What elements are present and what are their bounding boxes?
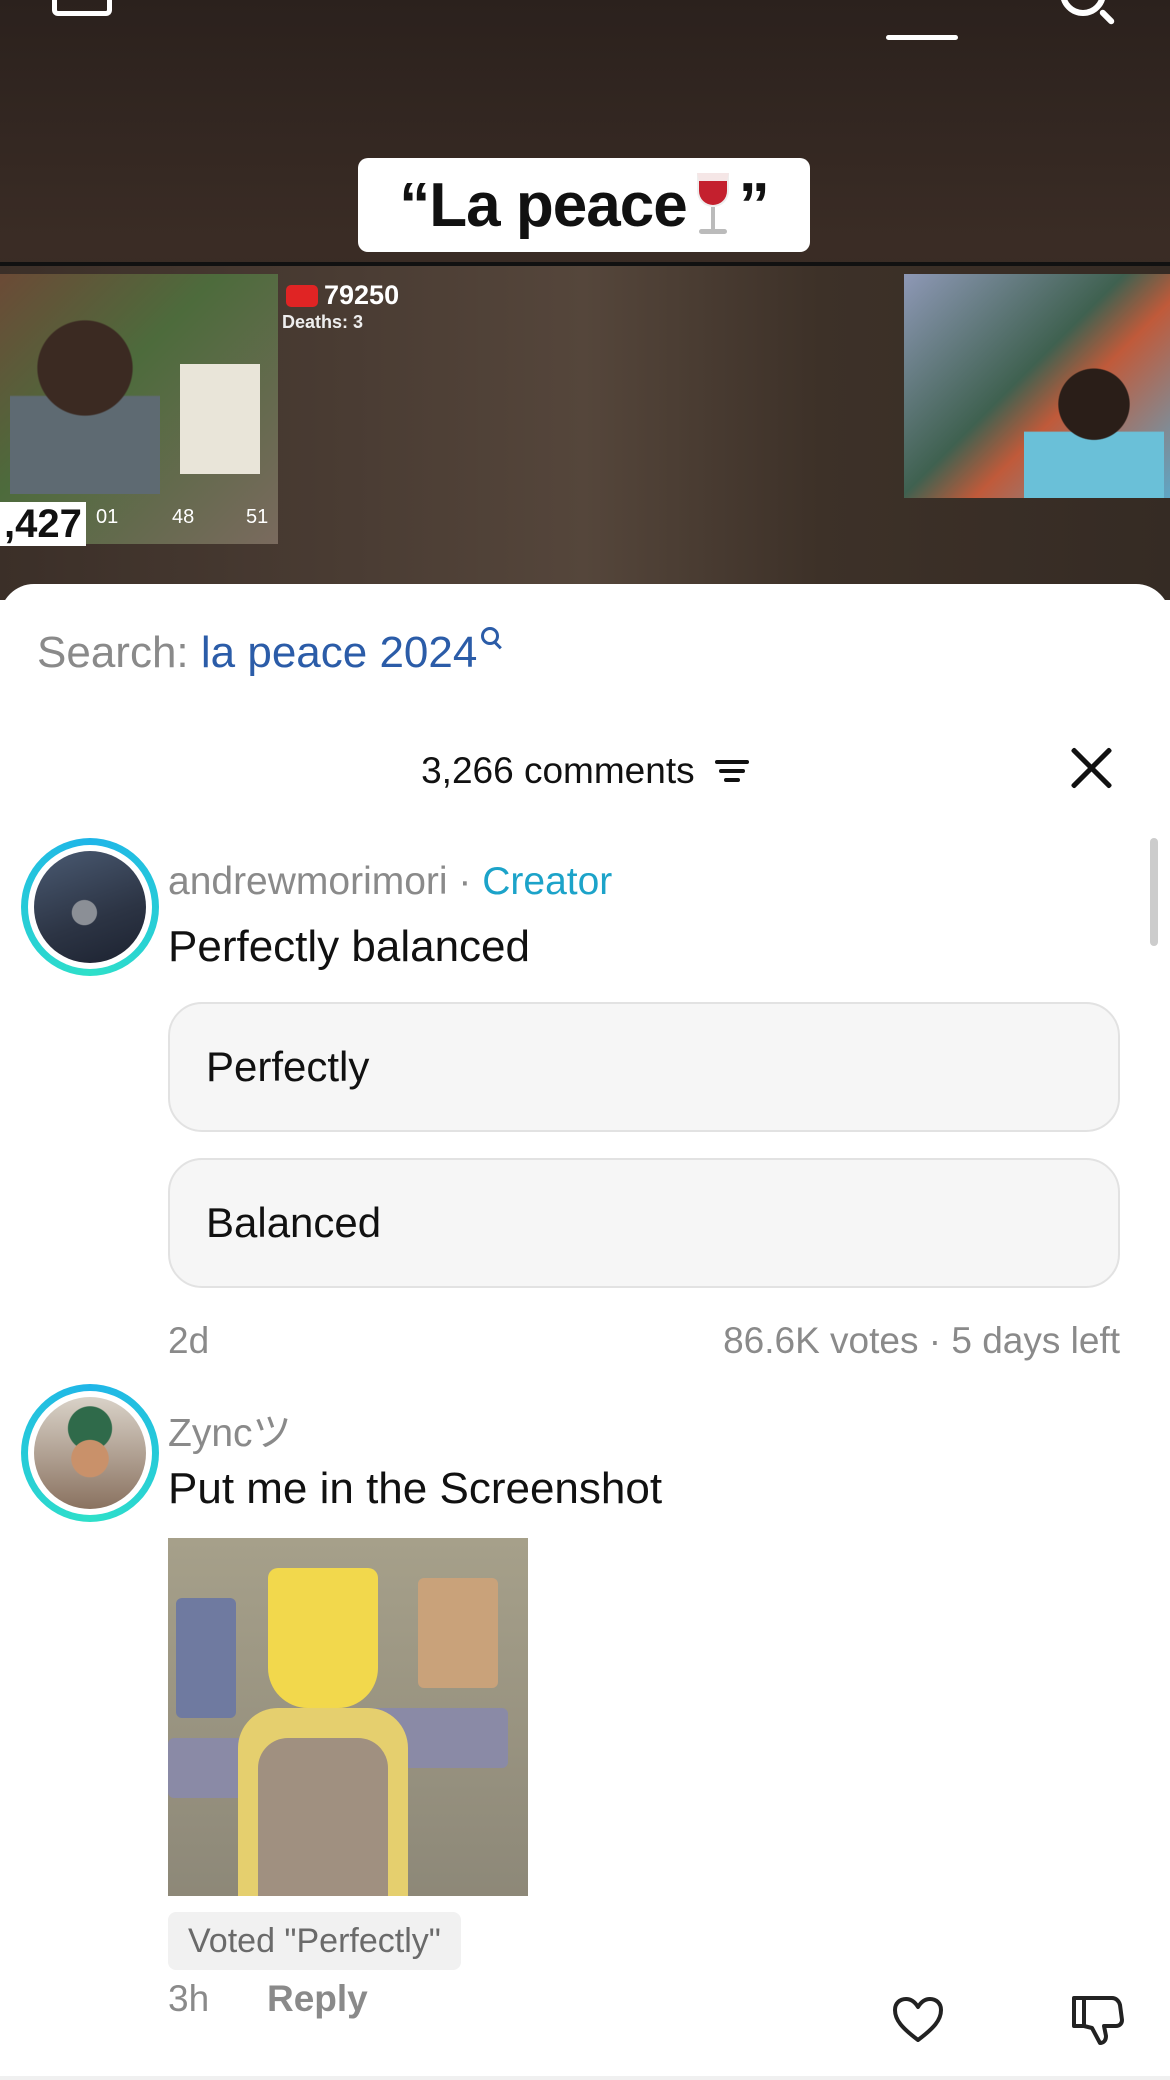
caption-text: “La peace: [399, 170, 687, 240]
search-icon[interactable]: [1060, 0, 1106, 16]
timer-seconds: 51: [246, 506, 269, 528]
comment-timestamp: 3h: [168, 1978, 210, 2019]
streamer-cam-right: [904, 274, 1170, 498]
bottom-divider: [0, 2076, 1170, 2080]
avatar[interactable]: [21, 838, 159, 976]
comments-count: 3,266 comments: [421, 750, 695, 792]
search-query-link[interactable]: la peace 2024: [201, 628, 477, 677]
dislike-icon[interactable]: [1070, 1994, 1124, 2046]
scrollbar[interactable]: [1150, 838, 1158, 946]
poll-option-balanced[interactable]: Balanced: [168, 1158, 1120, 1288]
poll-votes-info: 86.6K votes · 5 days left: [723, 1320, 1120, 1361]
comments-sheet: Search: la peace 2024 3,266 comments and…: [0, 584, 1170, 2080]
username-text[interactable]: Zyncツ: [168, 1412, 292, 1455]
poll-option-label: Balanced: [206, 1199, 382, 1246]
deaths-counter: Deaths: 3: [282, 312, 364, 332]
username-text[interactable]: andrewmorimori: [168, 860, 448, 903]
search-small-icon: [481, 627, 500, 645]
comment-username[interactable]: andrewmorimori · Creator: [168, 860, 612, 904]
video-caption: “La peace ”: [358, 158, 810, 252]
comment-timestamp: 2d: [168, 1320, 210, 1361]
comment-username[interactable]: Zyncツ: [168, 1402, 292, 1458]
youtube-counter: 79250: [286, 280, 399, 311]
tab-underline: [886, 35, 958, 40]
creator-badge: Creator: [482, 860, 613, 903]
comment-text: Put me in the Screenshot: [168, 1464, 663, 1513]
close-icon[interactable]: [1068, 744, 1116, 792]
sort-filter-icon[interactable]: [714, 758, 749, 784]
search-suggestion[interactable]: Search: la peace 2024: [37, 627, 500, 678]
comments-header: 3,266 comments: [0, 748, 1170, 792]
search-prefix: Search:: [37, 628, 201, 677]
username-separator: ·: [447, 860, 483, 903]
video-player[interactable]: “La peace ” 79250 Deaths: 3 ,427 01 48 5…: [0, 0, 1170, 600]
reply-button[interactable]: Reply: [267, 1978, 368, 2020]
youtube-count: 79250: [324, 280, 400, 310]
heart-icon[interactable]: [892, 1996, 944, 2044]
avatar[interactable]: [21, 1384, 159, 1522]
poll-option-perfectly[interactable]: Perfectly: [168, 1002, 1120, 1132]
inbox-icon[interactable]: [52, 0, 112, 16]
comment-gif-image[interactable]: [168, 1538, 528, 1896]
timer-minutes: 48: [172, 506, 195, 528]
comment-text: Perfectly balanced: [168, 922, 530, 971]
caption-close-quote: ”: [738, 170, 770, 240]
voted-label: Voted "Perfectly": [188, 1921, 441, 1960]
timer-hours: 01: [96, 506, 119, 528]
timer-main: ,427: [0, 502, 86, 546]
youtube-icon: [286, 284, 318, 307]
voted-chip: Voted "Perfectly": [168, 1912, 461, 1970]
poll-option-label: Perfectly: [206, 1043, 370, 1090]
wine-glass-icon: [693, 173, 733, 237]
